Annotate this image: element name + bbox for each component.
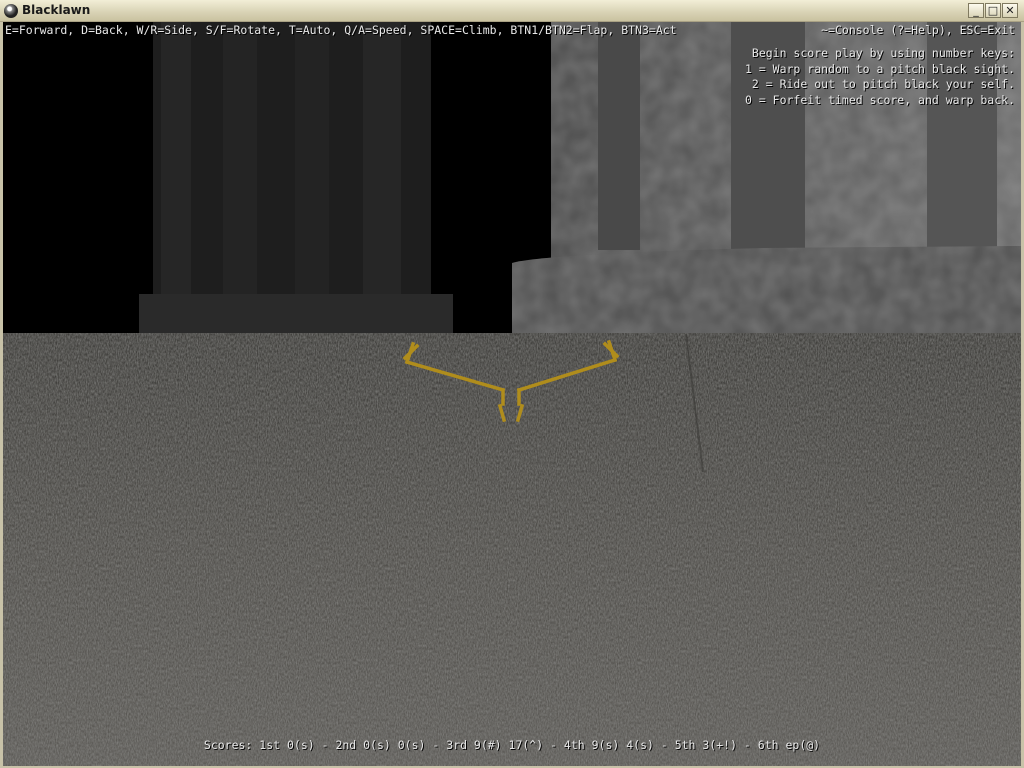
maximize-button[interactable]: □ bbox=[985, 3, 1001, 18]
window-title: Blacklawn bbox=[22, 3, 91, 17]
console-help: ~=Console (?=Help), ESC=Exit bbox=[821, 23, 1015, 37]
game-viewport[interactable]: E=Forward, D=Back, W/R=Side, S/F=Rotate,… bbox=[3, 22, 1021, 766]
close-button[interactable]: ✕ bbox=[1002, 3, 1018, 18]
scores-bar: Scores: 1st 0(s) - 2nd 0(s) 0(s) - 3rd 9… bbox=[203, 738, 821, 752]
controls-help: E=Forward, D=Back, W/R=Side, S/F=Rotate,… bbox=[5, 23, 677, 37]
game-scene bbox=[3, 22, 1021, 766]
title-bar[interactable]: Blacklawn _ □ ✕ bbox=[0, 0, 1024, 22]
game-window: Blacklawn _ □ ✕ E=Forward, D=Back, W/R=S… bbox=[0, 0, 1024, 768]
score-instructions: Begin score play by using number keys: 1… bbox=[745, 46, 1015, 108]
ground bbox=[3, 333, 1021, 766]
app-globe-icon bbox=[4, 4, 18, 18]
instruction-line: 0 = Forfeit timed score, and warp back. bbox=[744, 92, 1015, 107]
instruction-line: 2 = Ride out to pitch black your self. bbox=[751, 77, 1015, 91]
minimize-button[interactable]: _ bbox=[968, 3, 984, 18]
instruction-line: Begin score play by using number keys: bbox=[751, 46, 1015, 60]
dark-building bbox=[139, 22, 453, 334]
instruction-line: 1 = Warp random to a pitch black sight. bbox=[744, 61, 1015, 76]
